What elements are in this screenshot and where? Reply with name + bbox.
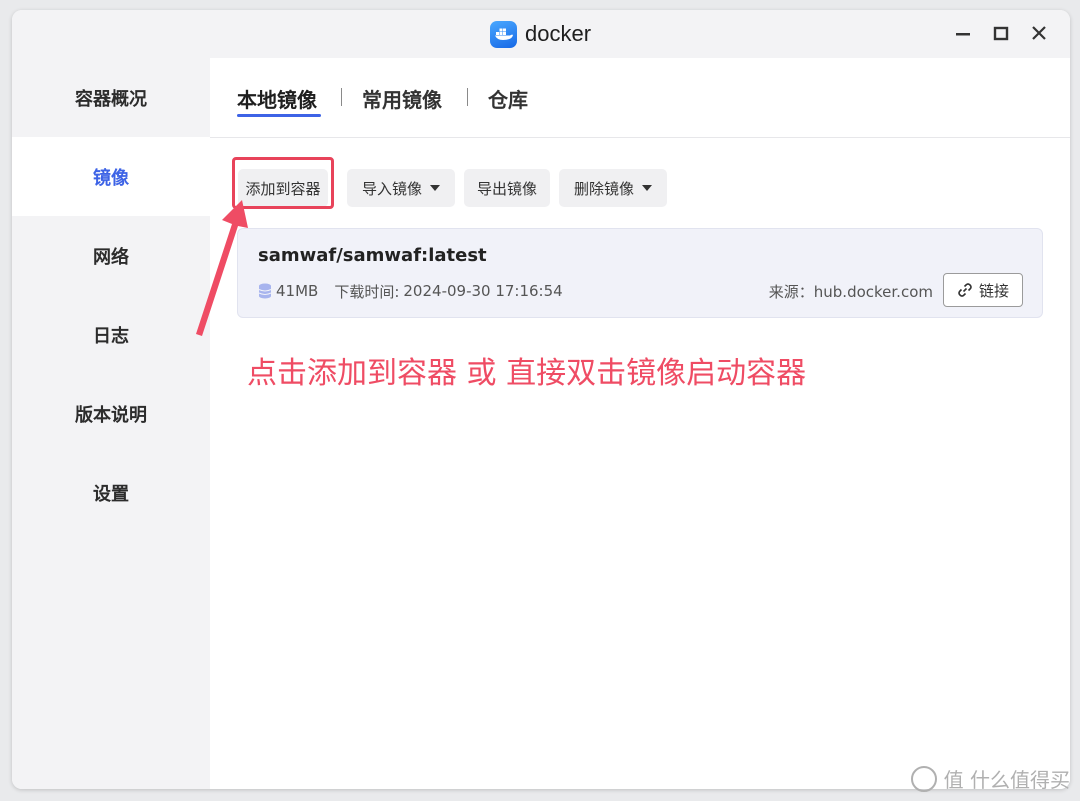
export-image-button[interactable]: 导出镜像 [464, 169, 550, 207]
app-name: docker [525, 21, 592, 46]
sidebar-item-images[interactable]: 镜像 [12, 137, 210, 216]
delete-image-button[interactable]: 删除镜像 [559, 169, 667, 207]
title-bar: docker [12, 10, 1070, 58]
link-label: 链接 [978, 281, 1009, 300]
caret-down-icon [642, 185, 652, 191]
image-name: samwaf/samwaf:latest [258, 245, 487, 266]
sidebar-item-label: 日志 [93, 325, 129, 347]
import-image-button[interactable]: 导入镜像 [347, 169, 455, 207]
sidebar-item-release-notes[interactable]: 版本说明 [12, 374, 210, 453]
sidebar-item-overview[interactable]: 容器概况 [12, 58, 210, 137]
image-source: 来源：hub.docker.com [768, 283, 933, 301]
minimize-icon [956, 33, 970, 36]
tab-repository[interactable]: 仓库 [488, 84, 528, 113]
tab-bar: 本地镜像 常用镜像 仓库 [210, 58, 1070, 138]
download-time-label: 下载时间: [334, 282, 400, 301]
image-card[interactable]: samwaf/samwaf:latest 41MB 下载时间: 2024-09-… [237, 228, 1043, 318]
app-title: docker [490, 19, 591, 49]
minimize-button[interactable] [954, 24, 972, 42]
image-meta: 41MB 下载时间: 2024-09-30 17:16:54 [258, 281, 563, 301]
tab-local-images[interactable]: 本地镜像 [237, 84, 317, 113]
link-button[interactable]: 链接 [943, 273, 1023, 307]
sidebar-item-label: 网络 [93, 246, 129, 268]
watermark-logo-icon [910, 765, 937, 792]
database-icon [258, 283, 272, 299]
caret-down-icon [430, 185, 440, 191]
highlight-box [232, 157, 334, 209]
sidebar-item-logs[interactable]: 日志 [12, 295, 210, 374]
tab-divider [341, 88, 342, 106]
docker-logo-icon [490, 20, 517, 48]
sidebar-item-label: 设置 [93, 483, 129, 505]
sidebar: 容器概况 镜像 网络 日志 版本说明 设置 [12, 58, 210, 789]
sidebar-item-label: 容器概况 [75, 88, 147, 110]
sidebar-item-network[interactable]: 网络 [12, 216, 210, 295]
sidebar-item-label: 版本说明 [75, 404, 147, 426]
tab-divider [467, 88, 468, 106]
image-size: 41MB [276, 282, 319, 300]
maximize-icon [993, 26, 1009, 41]
window-controls [954, 24, 1048, 42]
button-label: 删除镜像 [573, 179, 634, 198]
tab-common-images[interactable]: 常用镜像 [362, 84, 442, 113]
sidebar-item-label: 镜像 [93, 167, 129, 189]
close-icon [1032, 26, 1046, 40]
maximize-button[interactable] [992, 24, 1010, 42]
active-tab-indicator [237, 114, 321, 117]
annotation-text: 点击添加到容器 或 直接双击镜像启动容器 [247, 356, 807, 391]
close-button[interactable] [1030, 24, 1048, 42]
watermark: 值 什么值得买 [910, 764, 1070, 793]
sidebar-item-settings[interactable]: 设置 [12, 453, 210, 532]
docker-window: docker 容器概况 镜像 网络 日志 版本说明 设置 本地镜像 常用镜像 仓… [12, 10, 1070, 789]
watermark-text: 值 什么值得买 [943, 768, 1070, 792]
link-icon [958, 283, 972, 297]
button-label: 导出镜像 [476, 179, 537, 198]
button-label: 导入镜像 [361, 179, 422, 198]
download-time: 2024-09-30 17:16:54 [403, 282, 563, 300]
main-panel: 本地镜像 常用镜像 仓库 添加到容器 导入镜像 导出镜像 删除镜像 samwaf… [210, 58, 1070, 789]
